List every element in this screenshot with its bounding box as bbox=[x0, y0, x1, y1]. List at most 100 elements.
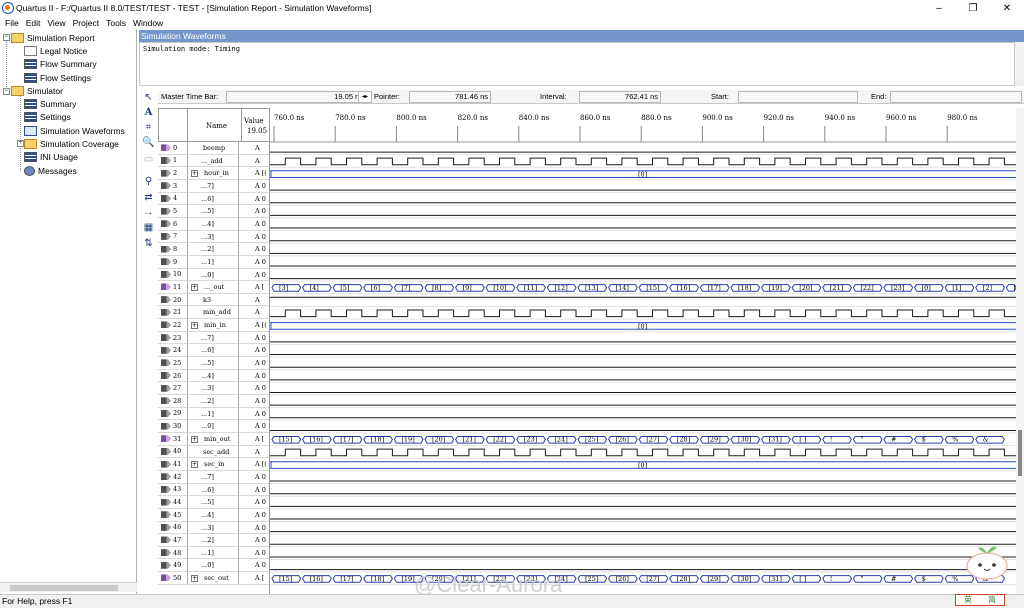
signal-row[interactable]: 46 ...3] A 0 bbox=[158, 521, 269, 535]
signal-row[interactable]: 9 ...1] A 0 bbox=[158, 255, 269, 269]
signal-row[interactable]: 5 ...5] A 0 bbox=[158, 205, 269, 218]
signal-row[interactable]: 27 ...3] A 0 bbox=[158, 382, 269, 396]
bus-segment bbox=[822, 575, 852, 583]
signal-value-cell: A 0 bbox=[239, 395, 269, 408]
signal-row[interactable]: 21 min_add A bbox=[158, 306, 269, 320]
signal-row[interactable]: 41 + sec_in A [( bbox=[158, 458, 269, 471]
signal-row[interactable]: 3 ...7] A 0 bbox=[158, 179, 269, 193]
bus-value-label: [0] bbox=[638, 461, 647, 469]
signal-row[interactable]: 47 ...2] A 0 bbox=[158, 534, 269, 547]
signal-row[interactable]: 30 ...0] A 0 bbox=[158, 420, 269, 433]
time-tick-label: 800.0 ns bbox=[396, 114, 427, 122]
signal-row[interactable]: 2 + hour_in A [( bbox=[158, 167, 269, 180]
tree-item-simulation-coverage[interactable]: Simulation Coverage bbox=[24, 137, 119, 150]
expand-bus-icon[interactable]: + bbox=[191, 170, 198, 178]
signal-row[interactable]: 28 ...2] A 0 bbox=[158, 395, 269, 408]
signal-row[interactable]: 29 ...1] A 0 bbox=[158, 407, 269, 421]
signal-row[interactable]: 40 sec_add A bbox=[158, 445, 269, 459]
tree-item-summary[interactable]: Summary bbox=[24, 97, 76, 110]
signal-row[interactable]: 43 ...6] A 0 bbox=[158, 483, 269, 497]
signal-row[interactable]: 11 + ..._out A [ bbox=[158, 281, 269, 294]
collapse-report-toggle[interactable]: − bbox=[3, 34, 10, 41]
menu-view[interactable]: View bbox=[47, 18, 65, 28]
find-icon[interactable]: ⚲ bbox=[142, 176, 155, 188]
expand-coverage-toggle[interactable]: + bbox=[17, 140, 24, 147]
input-method-indicator[interactable]: 英 简 bbox=[955, 594, 1005, 606]
collapse-simulator-toggle[interactable]: − bbox=[3, 88, 10, 95]
tree-item-flow-settings[interactable]: Flow Settings bbox=[24, 71, 91, 84]
expand-bus-icon[interactable]: + bbox=[191, 435, 198, 443]
tree-item-flow-summary[interactable]: Flow Summary bbox=[24, 57, 97, 70]
end-field[interactable] bbox=[890, 91, 1022, 103]
signal-row[interactable]: 23 ...7] A 0 bbox=[158, 331, 269, 345]
start-field[interactable] bbox=[738, 91, 858, 103]
signal-row[interactable]: 7 ...3] A 0 bbox=[158, 230, 269, 244]
signal-row[interactable]: 44 ...5] A 0 bbox=[158, 496, 269, 509]
expand-bus-icon[interactable]: + bbox=[191, 575, 198, 583]
menu-tools[interactable]: Tools bbox=[106, 18, 126, 28]
zoom-tool-icon[interactable]: 🔍 bbox=[142, 137, 155, 149]
signal-row[interactable]: 45 ...4] A 0 bbox=[158, 508, 269, 522]
signal-row[interactable]: 20 k3 A bbox=[158, 293, 269, 307]
menu-file[interactable]: File bbox=[5, 18, 19, 28]
scroll-thumb[interactable] bbox=[1018, 430, 1022, 476]
expand-bus-icon[interactable]: + bbox=[191, 322, 198, 330]
waveform-vertical-scrollbar[interactable] bbox=[1016, 108, 1024, 594]
master-time-field[interactable]: 19.05 ns bbox=[226, 91, 366, 103]
name-column-header[interactable]: Name bbox=[187, 108, 242, 142]
signal-id-cell: 40 bbox=[158, 445, 188, 459]
tree-item-simulation-waveforms[interactable]: Simulation Waveforms bbox=[24, 124, 125, 137]
bus-segment-label: [27] bbox=[646, 436, 659, 444]
signal-row[interactable]: 31 + min_out A [ bbox=[158, 432, 269, 446]
signal-row[interactable]: 1 ..._add A bbox=[158, 154, 269, 168]
time-tick-label: 780.0 ns bbox=[335, 114, 366, 122]
tree-item-settings[interactable]: Settings bbox=[24, 110, 71, 123]
scroll-thumb[interactable] bbox=[10, 585, 118, 591]
signal-row[interactable]: 26 ...4] A 0 bbox=[158, 369, 269, 383]
signal-row[interactable]: 24 ...6] A 0 bbox=[158, 344, 269, 358]
time-step-arrows[interactable]: ◂▸ bbox=[358, 91, 372, 103]
signal-id-cell: 22 bbox=[158, 319, 188, 332]
grid-icon[interactable]: ▦ bbox=[142, 222, 155, 234]
bus-segment-label: [27] bbox=[646, 575, 659, 583]
menu-edit[interactable]: Edit bbox=[26, 18, 41, 28]
text-tool-icon[interactable]: A bbox=[142, 107, 155, 119]
signal-row[interactable]: 10 ...0] A 0 bbox=[158, 268, 269, 282]
signal-row[interactable]: 49 ...0] A 0 bbox=[158, 559, 269, 573]
signal-row[interactable]: 42 ...7] A 0 bbox=[158, 470, 269, 484]
menu-project[interactable]: Project bbox=[73, 18, 99, 28]
signal-row[interactable]: 25 ...5] A 0 bbox=[158, 357, 269, 370]
close-button[interactable]: ✕ bbox=[990, 0, 1024, 16]
tree-item-simulation-report[interactable]: Simulation Report bbox=[11, 31, 95, 44]
signal-name-cell: ...1] bbox=[188, 407, 239, 421]
next-transition-icon[interactable]: → bbox=[142, 207, 155, 219]
waveform-display[interactable]: 760.0 ns 780.0 ns 800.0 ns 820.0 ns 840.0 ns… bbox=[269, 108, 1023, 594]
signal-row[interactable]: 50 + sec_out A [ bbox=[158, 572, 269, 585]
restore-button[interactable]: ❐ bbox=[956, 0, 990, 16]
minimize-button[interactable]: – bbox=[922, 0, 956, 16]
value-column-header[interactable]: Value 19.05 bbox=[241, 108, 270, 142]
signal-id: 1 bbox=[173, 156, 178, 165]
tree-horizontal-scrollbar[interactable] bbox=[0, 582, 137, 592]
full-screen-icon[interactable]: ▭ bbox=[142, 154, 155, 166]
signal-row[interactable]: 4 ...6] A 0 bbox=[158, 192, 269, 206]
signal-row[interactable]: 8 ...2] A 0 bbox=[158, 243, 269, 256]
tree-item-messages[interactable]: Messages bbox=[24, 164, 77, 177]
tree-item-simulator[interactable]: Simulator bbox=[11, 84, 63, 97]
replace-icon[interactable]: ⇄ bbox=[142, 192, 155, 204]
signal-row[interactable]: 22 + min_in A [( bbox=[158, 319, 269, 332]
tree-item-ini-usage[interactable]: INI Usage bbox=[24, 150, 78, 163]
menu-window[interactable]: Window bbox=[133, 18, 163, 28]
sort-icon[interactable]: ⇅ bbox=[142, 238, 155, 250]
waveform-edit-icon[interactable]: ⌗ bbox=[142, 122, 155, 134]
tree-item-legal-notice[interactable]: Legal Notice bbox=[24, 44, 87, 57]
signal-row[interactable]: 48 ...1] A 0 bbox=[158, 546, 269, 560]
mode-vertical-scrollbar[interactable] bbox=[1015, 42, 1024, 86]
expand-bus-icon[interactable]: + bbox=[191, 461, 198, 469]
signal-row[interactable]: 6 ...4] A 0 bbox=[158, 217, 269, 231]
expand-bus-icon[interactable]: + bbox=[191, 284, 198, 292]
selection-tool-icon[interactable]: ↖ bbox=[142, 92, 155, 104]
title-bar: Quartus II - F:/Quartus II 8.0/TEST/TEST… bbox=[0, 0, 1024, 16]
input-pin-icon bbox=[161, 232, 171, 240]
signal-row[interactable]: 0 beemp A bbox=[158, 142, 269, 155]
